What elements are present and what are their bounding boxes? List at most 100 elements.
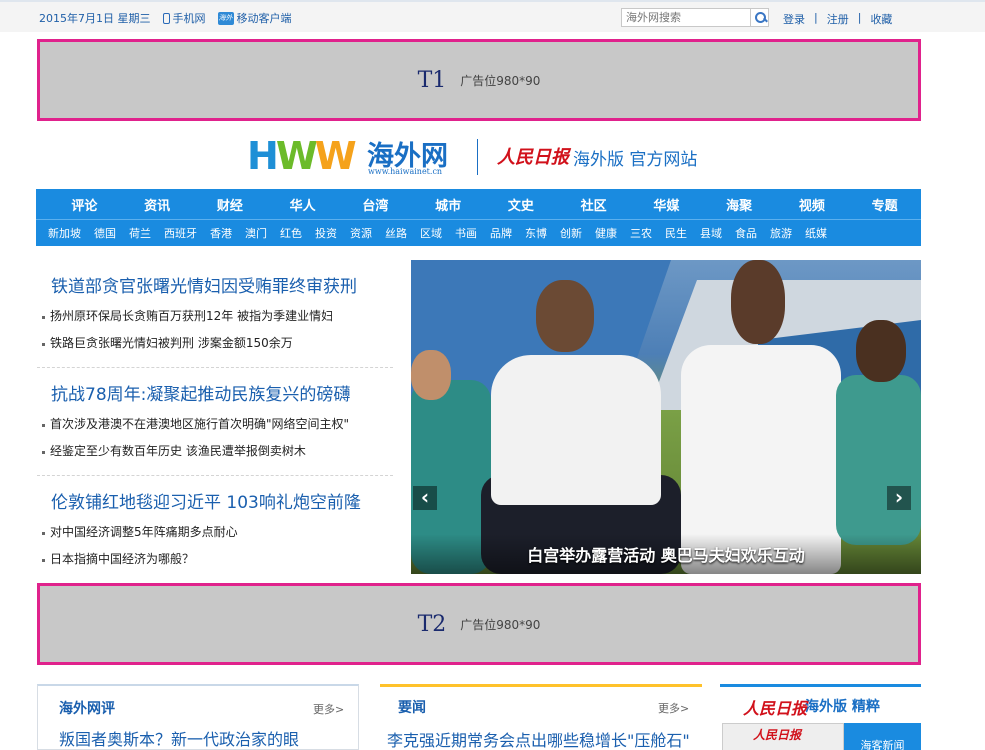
headline-link[interactable]: 铁道部贪官张曙光情妇因受贿罪终审获刑 <box>37 272 393 297</box>
favorite-link[interactable]: 收藏 <box>870 11 892 27</box>
ad-banner-t1[interactable]: T1 广告位980*90 <box>37 39 921 121</box>
nav-sub-item[interactable]: 纸媒 <box>805 225 827 241</box>
top-news-column: 要闻 更多> 李克强近期常务会点出哪些稳增长"压舱石" <box>380 684 702 750</box>
site-url: www.haiwainet.cn <box>368 167 443 176</box>
nav-sub-item[interactable]: 食品 <box>735 225 757 241</box>
photo-person <box>836 375 921 545</box>
top-news-headline[interactable]: 李克强近期常务会点出哪些稳增长"压舱石" <box>387 727 690 750</box>
ad-code: T2 <box>417 611 447 637</box>
sub-news-link[interactable]: 对中国经济调整5年阵痛期多点耐心 <box>37 519 393 546</box>
photo-person <box>856 320 906 382</box>
sub-news-link[interactable]: 经鉴定至少有数百年历史 该渔民遭举报倒卖树木 <box>37 438 393 465</box>
slider-next-button[interactable]: › <box>887 486 911 510</box>
nav-main-item[interactable]: 城市 <box>412 195 485 214</box>
register-link[interactable]: 注册 <box>827 11 849 27</box>
logo-letter-w: W <box>275 134 318 178</box>
nav-main-item[interactable]: 华人 <box>266 195 339 214</box>
hww-logo-mark: HWW <box>247 134 357 178</box>
top-news-more-link[interactable]: 更多> <box>658 700 689 716</box>
nav-sub-item[interactable]: 香港 <box>210 225 232 241</box>
slider-prev-button[interactable]: ‹ <box>413 486 437 510</box>
nav-main-item[interactable]: 资讯 <box>121 195 194 214</box>
phone-icon <box>162 12 170 24</box>
nav-sub-item[interactable]: 西班牙 <box>164 225 197 241</box>
ad-size: 广告位980*90 <box>460 617 541 632</box>
separator: | <box>814 11 818 24</box>
search-input[interactable] <box>622 9 750 26</box>
nav-main-item[interactable]: 评论 <box>48 195 121 214</box>
sub-news-link[interactable]: 日本指摘中国经济为哪般？ <box>37 546 393 573</box>
mobile-site-link[interactable]: 手机网 <box>162 10 206 26</box>
photo-person <box>536 280 594 352</box>
slider-caption[interactable]: 白宫举办露营活动 奥巴马夫妇欢乐互动 <box>411 542 921 566</box>
mobile-site-label: 手机网 <box>172 12 206 25</box>
review-more-link[interactable]: 更多> <box>313 701 344 717</box>
top-bar: 2015年7月1日 星期三 手机网 海外 移动客户端 登录 | 注册 | 收藏 <box>0 0 985 32</box>
nav-sub-item[interactable]: 健康 <box>595 225 617 241</box>
nav-main-item[interactable]: 华媒 <box>630 195 703 214</box>
photo-person <box>491 355 661 505</box>
account-links: 登录 | 注册 | 收藏 <box>783 11 892 27</box>
nav-sub-item[interactable]: 丝路 <box>385 225 407 241</box>
nav-main-item[interactable]: 财经 <box>194 195 267 214</box>
nav-sub-item[interactable]: 三农 <box>630 225 652 241</box>
top-bar-left: 2015年7月1日 星期三 手机网 海外 移动客户端 <box>39 10 292 26</box>
photo-person <box>731 260 785 344</box>
login-link[interactable]: 登录 <box>783 11 805 27</box>
nav-main-item[interactable]: 文史 <box>485 195 558 214</box>
nav-sub-item[interactable]: 创新 <box>560 225 582 241</box>
review-title[interactable]: 海外网评 <box>59 698 115 718</box>
nav-sub-item[interactable]: 资源 <box>350 225 372 241</box>
date-text: 2015年7月1日 星期三 <box>39 12 151 25</box>
nav-main-item[interactable]: 台湾 <box>339 195 412 214</box>
headline-link[interactable]: 伦敦铺红地毯迎习近平 103响礼炮空前隆 <box>37 488 393 513</box>
sub-nav: 新加坡 德国 荷兰 西班牙 香港 澳门 红色 投资 资源 丝路 区域 书画 品牌 东博 创新 健康 三农 民生 县域… <box>36 219 921 246</box>
headline-link[interactable]: 抗战78周年:凝聚起推动民族复兴的磅礴 <box>37 380 393 405</box>
peoples-daily-logo: 人民日报 <box>743 699 808 718</box>
official-site-text: 海外版 官方网站 <box>573 150 698 170</box>
paper-title[interactable]: 海外版 精粹 <box>805 696 880 716</box>
nav-sub-item[interactable]: 投资 <box>315 225 337 241</box>
nav-sub-item[interactable]: 品牌 <box>490 225 512 241</box>
ad-code: T1 <box>417 67 447 93</box>
paper-thumb-text: 人民日报 <box>753 728 802 742</box>
nav-sub-item[interactable]: 旅游 <box>770 225 792 241</box>
search-button[interactable] <box>750 9 768 26</box>
nav-main-item[interactable]: 视频 <box>776 195 849 214</box>
search-box <box>621 8 769 27</box>
nav-sub-item[interactable]: 书画 <box>455 225 477 241</box>
photo-slider[interactable]: 白宫举办露营活动 奥巴马夫妇欢乐互动 ‹ › <box>411 260 921 574</box>
top-news-title[interactable]: 要闻 <box>398 697 426 717</box>
haike-news-button[interactable]: 海客新闻 <box>844 723 921 750</box>
sub-news-link[interactable]: 首次涉及港澳不在港澳地区施行首次明确"网络空间主权" <box>37 411 393 438</box>
nav-sub-item[interactable]: 东博 <box>525 225 547 241</box>
nav-main-item[interactable]: 海聚 <box>703 195 776 214</box>
separator: | <box>857 11 862 24</box>
news-block: 伦敦铺红地毯迎习近平 103响礼炮空前隆 对中国经济调整5年阵痛期多点耐心 日本… <box>37 488 393 583</box>
paper-column: 人民日报 海外版 精粹 人民日报 海客新闻 <box>720 684 921 750</box>
mobile-app-link[interactable]: 海外 移动客户端 <box>217 10 292 26</box>
paper-thumbnail[interactable]: 人民日报 <box>722 723 844 750</box>
news-block: 抗战78周年:凝聚起推动民族复兴的磅礴 首次涉及港澳不在港澳地区施行首次明确"网… <box>37 380 393 476</box>
headline-news: 铁道部贪官张曙光情妇因受贿罪终审获刑 扬州原环保局长贪贿百万获刑12年 被指为季… <box>37 262 393 595</box>
sub-news-link[interactable]: 扬州原环保局长贪贿百万获刑12年 被指为季建业情妇 <box>37 303 393 330</box>
nav-sub-item[interactable]: 新加坡 <box>48 225 81 241</box>
ad-size: 广告位980*90 <box>460 73 541 88</box>
logo-letter-w: W <box>314 134 357 178</box>
nav-main-item[interactable]: 专题 <box>848 195 921 214</box>
nav-sub-item[interactable]: 红色 <box>280 225 302 241</box>
review-headline[interactable]: 叛国者奥斯本？新一代政治家的眼 <box>59 726 299 749</box>
main-nav: 评论 资讯 财经 华人 台湾 城市 文史 社区 华媒 海聚 视频 专题 <box>36 189 921 219</box>
site-logo[interactable]: HWW 海外网 www.haiwainet.cn 人民日报 海外版 官方网站 <box>247 134 707 180</box>
nav-sub-item[interactable]: 县域 <box>700 225 722 241</box>
nav-sub-item[interactable]: 荷兰 <box>129 225 151 241</box>
nav-sub-item[interactable]: 区域 <box>420 225 442 241</box>
ad-banner-t2[interactable]: T2 广告位980*90 <box>37 583 921 665</box>
nav-sub-item[interactable]: 德国 <box>94 225 116 241</box>
nav-sub-item[interactable]: 民生 <box>665 225 687 241</box>
peoples-daily-logo: 人民日报 <box>497 147 569 168</box>
nav-sub-item[interactable]: 澳门 <box>245 225 267 241</box>
review-column: 海外网评 更多> 叛国者奥斯本？新一代政治家的眼 <box>37 684 359 750</box>
sub-news-link[interactable]: 铁路巨贪张曙光情妇被判刑 涉案金额150余万 <box>37 330 393 357</box>
nav-main-item[interactable]: 社区 <box>557 195 630 214</box>
